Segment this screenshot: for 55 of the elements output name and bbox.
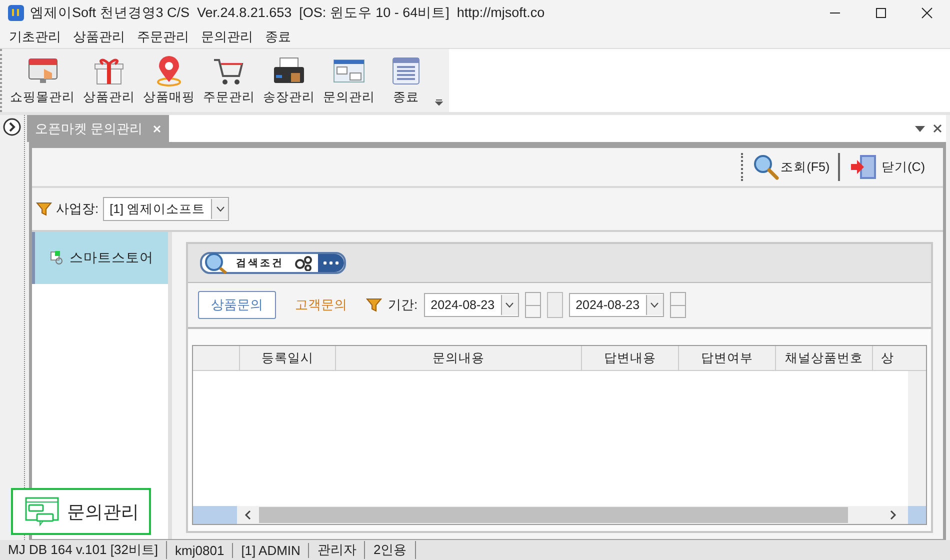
status-item: MJ DB 164 v.101 [32비트] [0, 541, 168, 559]
menu-item[interactable]: 주문관리 [132, 28, 194, 46]
chevron-down-icon[interactable] [505, 302, 514, 308]
tooltip-text: 문의관리 [67, 500, 139, 524]
status-item: 2인용 [365, 541, 416, 559]
search-icon [752, 154, 779, 180]
dropdown-icon[interactable] [915, 126, 925, 132]
column-header[interactable]: 상 [873, 346, 901, 370]
toolbar-button[interactable]: 닫기(C) [846, 153, 929, 181]
toolbar-button[interactable]: 조회(F5) [748, 154, 834, 180]
toolbar-button[interactable]: 쇼핑몰관리 [8, 55, 77, 106]
scroll-corner [908, 506, 926, 524]
menu-item[interactable]: 문의관리 [196, 28, 258, 46]
status-item: 관리자 [309, 541, 366, 559]
column-header[interactable]: 답변내용 [582, 346, 679, 370]
expand-icon[interactable] [3, 118, 21, 136]
period-label: 기간: [388, 296, 418, 314]
column-header[interactable]: 문의내용 [336, 346, 582, 370]
date-field[interactable]: 2024-08-23 [568, 293, 664, 317]
date-separator [546, 292, 563, 318]
overflow-icon[interactable] [435, 98, 443, 106]
toolbar-button[interactable]: 주문관리 [201, 55, 257, 106]
menu-item[interactable]: 상품관리 [68, 28, 130, 46]
column-header[interactable]: 채널상품번호 [776, 346, 873, 370]
chat-window-icon [25, 496, 59, 526]
filter-icon [366, 297, 382, 313]
toolbar-button[interactable]: 상품관리 [81, 55, 137, 106]
scroll-right-icon[interactable] [888, 510, 898, 520]
close-icon[interactable] [933, 124, 942, 133]
store-icon [50, 251, 64, 265]
toolbar-button[interactable]: 상품매핑 [141, 55, 197, 106]
window-title: 엠제이Soft 천년경영3 C/S Ver.24.8.21.653 [OS: 윈도우 10 - 64비트] http://mjsoft.co [30, 4, 546, 22]
menu-item[interactable]: 기초관리 [4, 28, 66, 46]
business-combo[interactable]: [1] 엠제이소프트 [102, 197, 229, 221]
date-field[interactable]: 2024-08-23 [424, 293, 519, 317]
scroll-left-icon[interactable] [243, 510, 253, 520]
column-header[interactable]: 등록일시 [240, 346, 336, 370]
chevron-down-icon[interactable] [216, 206, 224, 212]
row-header-corner [193, 506, 237, 524]
vertical-scrollbar[interactable] [908, 371, 926, 506]
store-list-item[interactable]: 스마트스토어 [32, 232, 168, 284]
inquiry-type-tab[interactable]: 상품문의 [198, 291, 276, 319]
column-header[interactable]: 답변여부 [679, 346, 776, 370]
toolbar-button[interactable]: 문의관리 [321, 55, 377, 106]
toolbar-button[interactable]: 송장관리 [261, 55, 317, 106]
filter-icon [36, 201, 52, 217]
chevron-down-icon[interactable] [650, 302, 660, 308]
app-logo-icon [8, 5, 24, 21]
menu-item[interactable]: 종료 [260, 28, 296, 46]
status-item: [1] ADMIN [233, 542, 310, 558]
search-condition-bar[interactable]: 검색조건 [200, 252, 346, 274]
business-label: 사업장: [56, 200, 99, 218]
horizontal-scrollbar[interactable] [193, 506, 926, 524]
toolbar-button[interactable]: 종료 [381, 55, 431, 106]
status-item: kmj0801 [167, 542, 234, 558]
